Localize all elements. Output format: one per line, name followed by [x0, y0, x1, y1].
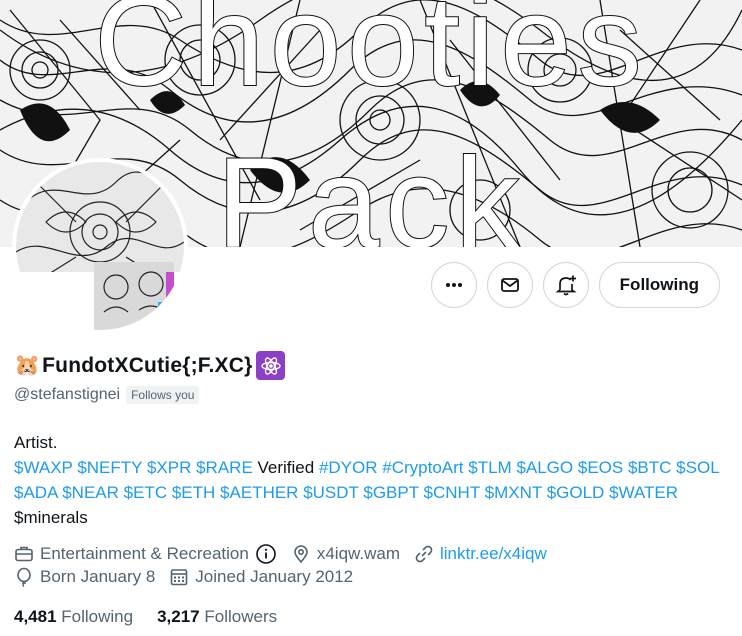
birthday-item: Born January 8: [14, 567, 155, 587]
banner-title-line1: Chooties: [93, 0, 648, 113]
location-text: x4iqw.wam: [316, 544, 400, 563]
follows-you-badge: Follows you: [126, 386, 200, 404]
followers-label: Followers: [204, 607, 278, 626]
following-label: Following: [61, 607, 134, 626]
location-item: x4iqw.wam: [291, 544, 400, 564]
bio-hashtag-link[interactable]: $ETC: [124, 483, 167, 502]
mail-icon: [500, 278, 519, 292]
bio-line-artist: Artist.: [14, 433, 58, 452]
user-handle: @stefanstignei: [14, 386, 121, 403]
bio-text: $minerals: [14, 508, 88, 527]
bio-hashtag-link[interactable]: #DYOR: [319, 458, 378, 477]
bio-hashtag-link[interactable]: $AETHER: [220, 483, 298, 502]
bio-tags: $WAXP $NEFTY $XPR $RARE Verified #DYOR #…: [14, 455, 724, 530]
bio-hashtag-link[interactable]: $EOS: [578, 458, 623, 477]
bio-hashtag-link[interactable]: #CryptoArt: [382, 458, 463, 477]
followers-stat[interactable]: 3,217 Followers: [157, 607, 277, 627]
atom-icon: [256, 351, 286, 380]
location-pin-icon: [294, 545, 308, 564]
category-item: Entertainment & Recreation: [14, 543, 277, 565]
balloon-icon: [17, 567, 31, 587]
profile-meta-row-2: Born January 8 Joined January 2012: [14, 567, 353, 587]
notifications-button[interactable]: [542, 262, 589, 308]
bio-hashtag-link[interactable]: $ADA: [14, 483, 57, 502]
briefcase-icon: [15, 546, 33, 562]
avatar[interactable]: [12, 158, 188, 334]
bio-hashtag-link[interactable]: $USDT: [303, 483, 358, 502]
more-icon: [445, 283, 462, 287]
more-button[interactable]: [430, 262, 477, 308]
bio-hashtag-link[interactable]: $ETH: [172, 483, 215, 502]
profile-bio: Artist. $WAXP $NEFTY $XPR $RARE Verified…: [14, 430, 724, 530]
bell-plus-icon: [555, 275, 577, 296]
bio-hashtag-link[interactable]: $GOLD: [547, 483, 605, 502]
calendar-icon: [170, 569, 188, 586]
bio-hashtag-link[interactable]: $TLM: [468, 458, 511, 477]
bio-hashtag-link[interactable]: $BTC: [628, 458, 671, 477]
profile-name-row: 🐹 FundotXCutie{;F.XC}: [14, 351, 286, 380]
bio-text: Verified: [252, 458, 319, 477]
handle-row: @stefanstignei Follows you: [14, 386, 200, 404]
website-item: linktr.ee/x4iqw: [414, 544, 547, 564]
website-link[interactable]: linktr.ee/x4iqw: [440, 544, 547, 564]
bio-hashtag-link[interactable]: $GBPT: [363, 483, 418, 502]
avatar-artwork: [16, 162, 184, 330]
link-icon: [415, 545, 433, 563]
joined-text: Joined January 2012: [195, 567, 354, 586]
bio-hashtag-link[interactable]: $MXNT: [485, 483, 542, 502]
message-button[interactable]: [486, 262, 533, 308]
bio-hashtag-link[interactable]: $NEFTY: [77, 458, 142, 477]
bio-hashtag-link[interactable]: $NEAR: [62, 483, 119, 502]
following-stat[interactable]: 4,481 Following: [14, 607, 133, 627]
profile-meta-row-1: Entertainment & Recreation x4iqw.wam lin…: [14, 543, 547, 565]
follow-stats: 4,481 Following 3,217 Followers: [14, 607, 277, 627]
display-name: FundotXCutie{;F.XC}: [42, 353, 253, 377]
following-count: 4,481: [14, 607, 57, 626]
bio-hashtag-link[interactable]: $RARE: [196, 458, 253, 477]
bio-hashtag-link[interactable]: $ALGO: [516, 458, 573, 477]
followers-count: 3,217: [157, 607, 200, 626]
hamster-emoji: 🐹: [14, 354, 41, 377]
joined-item: Joined January 2012: [169, 567, 353, 587]
bio-hashtag-link[interactable]: $WATER: [609, 483, 678, 502]
bio-hashtag-link[interactable]: $CNHT: [424, 483, 480, 502]
bio-hashtag-link[interactable]: $WAXP: [14, 458, 73, 477]
following-button[interactable]: Following: [598, 262, 720, 308]
bio-hashtag-link[interactable]: $XPR: [147, 458, 191, 477]
info-icon[interactable]: [255, 543, 277, 565]
bio-hashtag-link[interactable]: $SOL: [676, 458, 719, 477]
category-text: Entertainment & Recreation: [40, 544, 249, 563]
born-text: Born January 8: [40, 567, 156, 586]
profile-actions: Following: [430, 262, 720, 308]
